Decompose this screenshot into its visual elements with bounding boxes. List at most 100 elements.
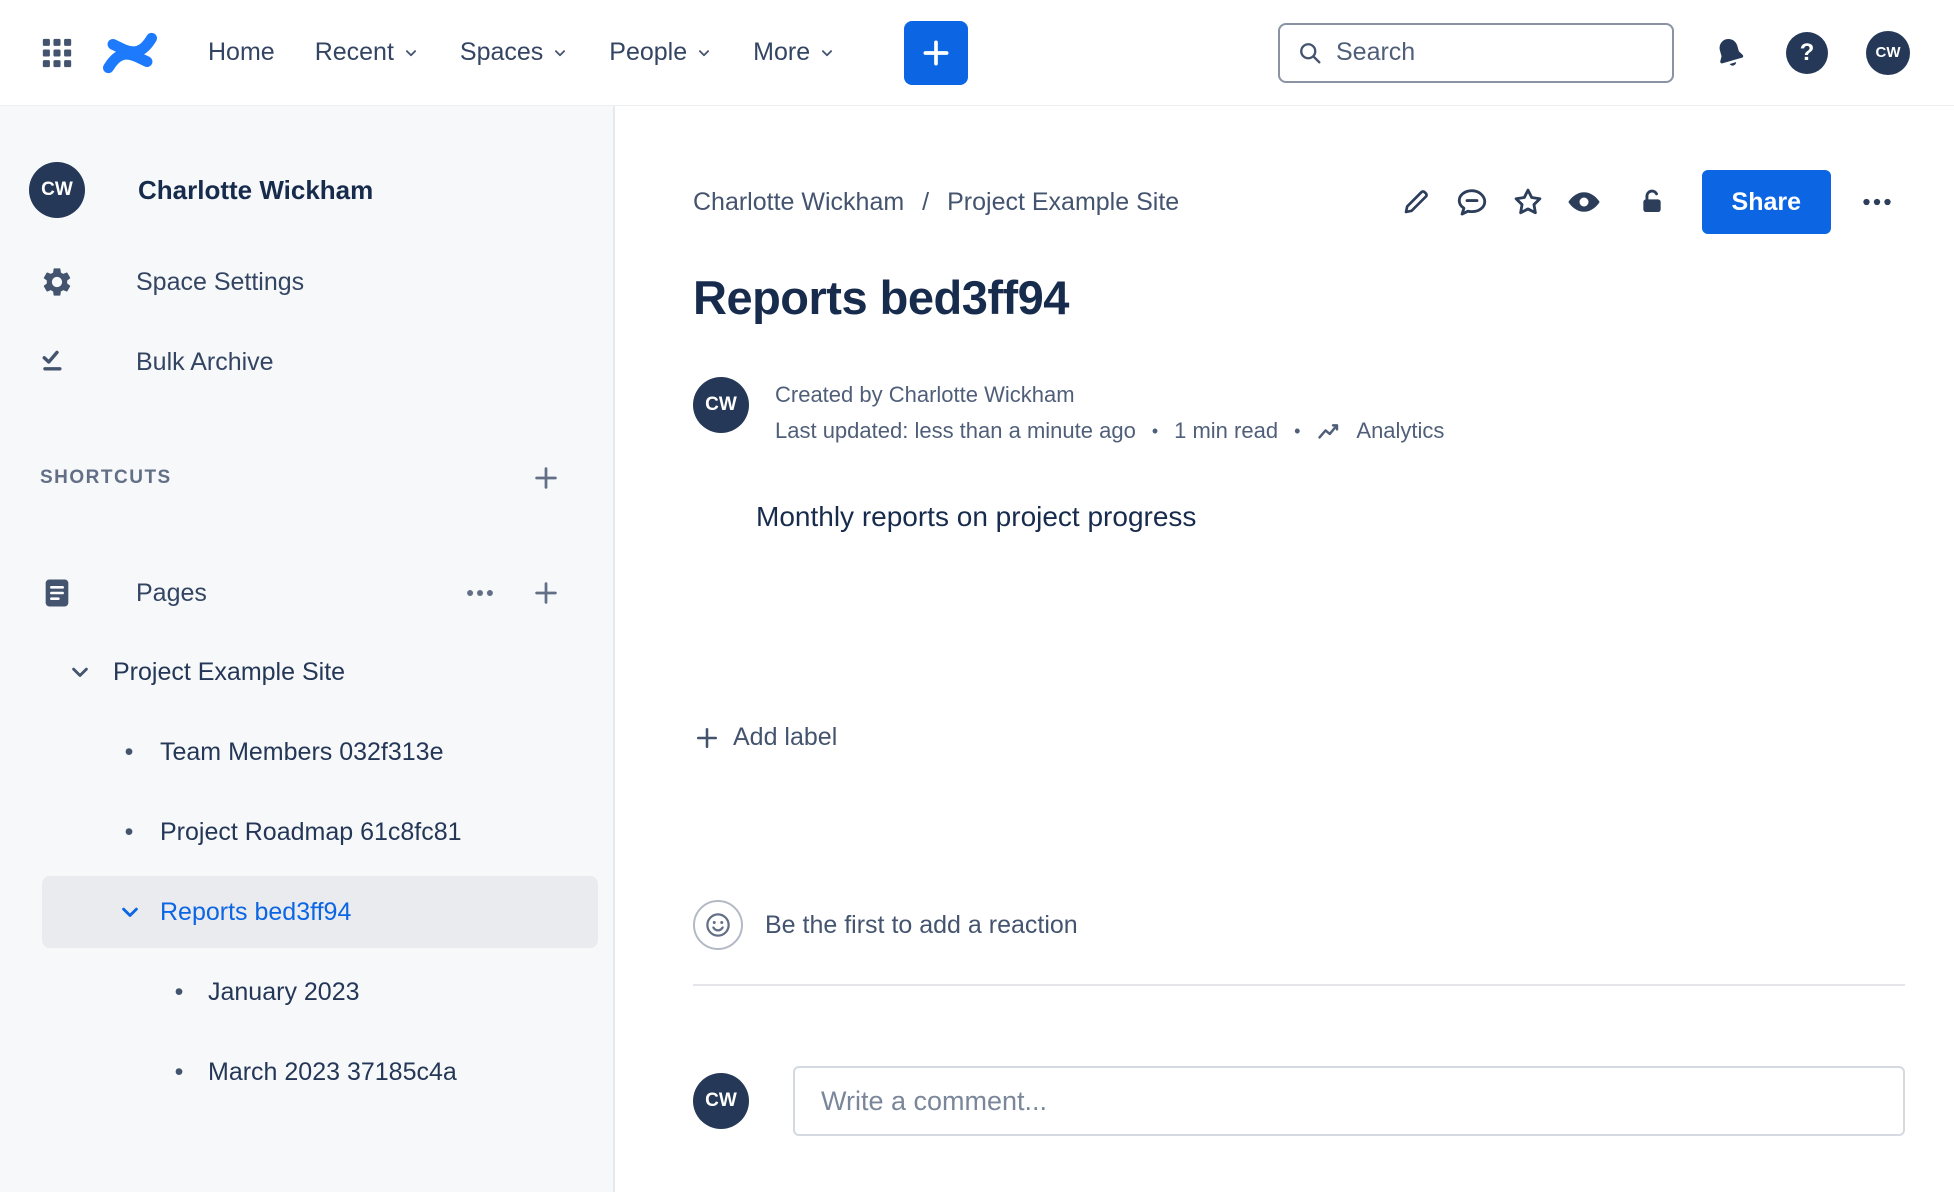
add-label-button[interactable]: Add label [693, 723, 837, 752]
search-box[interactable] [1278, 22, 1674, 83]
last-updated-text[interactable]: Last updated: less than a minute ago [775, 413, 1136, 449]
updated-line: Last updated: less than a minute ago • 1… [775, 413, 1444, 449]
add-label-text: Add label [733, 723, 838, 751]
bullet-icon: • [124, 737, 134, 766]
unlock-icon [1636, 186, 1668, 218]
space-sidebar: CW Charlotte Wickham Space Settings Bulk… [0, 106, 615, 1192]
sidebar-item-space-settings[interactable]: Space Settings [0, 246, 613, 318]
help-button[interactable]: ? [1786, 31, 1828, 74]
nav-item-home-label: Home [208, 38, 275, 66]
tree-item-team-members[interactable]: • Team Members 032f313e [0, 712, 613, 792]
create-button[interactable] [904, 20, 969, 85]
breadcrumb: Charlotte Wickham / Project Example Site [693, 188, 1179, 217]
dot-separator: • [1294, 421, 1301, 441]
tree-item-reports-selected-row: Reports bed3ff94 [0, 872, 613, 952]
nav-item-people[interactable]: People [589, 21, 733, 85]
analytics-link[interactable]: Analytics [1356, 413, 1444, 449]
space-header[interactable]: CW Charlotte Wickham [0, 158, 613, 222]
bullet-icon: • [174, 977, 184, 1006]
tree-item-project-example-site[interactable]: Project Example Site [0, 632, 613, 712]
share-button[interactable]: Share [1701, 170, 1831, 234]
read-time-text: 1 min read [1174, 418, 1279, 443]
search-input[interactable] [1336, 38, 1658, 67]
chevron-down-icon [818, 44, 836, 62]
comment-input[interactable] [793, 1066, 1905, 1136]
tree-item-label: March 2023 37185c4a [208, 1057, 457, 1086]
app-body: CW Charlotte Wickham Space Settings Bulk… [0, 106, 1954, 1192]
author-avatar[interactable]: CW [693, 377, 749, 433]
topnav-left: Home Recent Spaces People More [40, 20, 969, 85]
byline-text: Created by Charlotte Wickham Last update… [775, 377, 1444, 449]
pages-more-button[interactable] [463, 576, 497, 610]
nav-item-recent-label: Recent [314, 38, 394, 66]
shortcuts-section-header: SHORTCUTS [0, 442, 613, 514]
comment-button[interactable] [1444, 172, 1500, 232]
watch-button[interactable] [1556, 172, 1612, 232]
breadcrumb-parent-link[interactable]: Project Example Site [947, 188, 1179, 217]
search-icon [1296, 39, 1324, 67]
bullet-icon: • [174, 1057, 184, 1086]
pages-header-left: Pages [40, 576, 207, 610]
app-grid-icon [40, 36, 74, 70]
byline: CW Created by Charlotte Wickham Last upd… [693, 377, 1905, 449]
topnav-right: ? CW [1278, 22, 1910, 83]
edit-button[interactable] [1388, 172, 1444, 232]
app-switcher-button[interactable] [40, 36, 74, 70]
gear-icon [40, 265, 74, 299]
tree-item-label: January 2023 [208, 977, 360, 1006]
page-header-row: Charlotte Wickham / Project Example Site [693, 164, 1905, 240]
add-reaction-button[interactable] [693, 900, 743, 950]
user-avatar[interactable]: CW [1866, 30, 1910, 75]
page-body-text: Monthly reports on project progress [756, 501, 1197, 532]
space-settings-label: Space Settings [136, 267, 305, 296]
star-icon [1511, 185, 1545, 219]
speech-bubble-icon [1455, 185, 1489, 219]
reaction-prompt: Be the first to add a reaction [765, 910, 1078, 939]
tree-item-march-2023[interactable]: • March 2023 37185c4a [0, 1032, 613, 1112]
plus-icon [531, 463, 561, 493]
pages-label: Pages [136, 578, 207, 607]
pencil-icon [1400, 186, 1432, 218]
tree-item-project-roadmap[interactable]: • Project Roadmap 61c8fc81 [0, 792, 613, 872]
chevron-down-icon [116, 898, 144, 926]
plus-icon [531, 578, 561, 608]
tree-item-january-2023[interactable]: • January 2023 [0, 952, 613, 1032]
chevron-down-icon [695, 44, 713, 62]
nav-item-people-label: People [609, 38, 688, 66]
nav-item-home[interactable]: Home [188, 21, 295, 85]
commenter-avatar: CW [693, 1073, 749, 1129]
nav-item-spaces-label: Spaces [459, 38, 544, 66]
space-name: Charlotte Wickham [138, 174, 374, 205]
bell-icon [1712, 35, 1748, 71]
breadcrumb-space-link[interactable]: Charlotte Wickham [693, 188, 904, 217]
page-actions: Share [1388, 170, 1905, 234]
chevron-down-icon [402, 44, 420, 62]
pages-section-header[interactable]: Pages [0, 554, 613, 632]
page-more-button[interactable] [1849, 172, 1905, 232]
tree-item-label: Reports bed3ff94 [160, 897, 352, 926]
create-page-button[interactable] [531, 578, 561, 608]
chevron-down-icon [551, 44, 569, 62]
notifications-button[interactable] [1712, 35, 1748, 71]
sidebar-item-bulk-archive[interactable]: Bulk Archive [0, 326, 613, 398]
confluence-logo[interactable] [102, 28, 158, 78]
nav-item-recent[interactable]: Recent [295, 21, 440, 85]
created-by-line: Created by Charlotte Wickham [775, 382, 1075, 407]
reaction-row: Be the first to add a reaction [693, 900, 1905, 950]
nav-item-spaces[interactable]: Spaces [440, 21, 589, 85]
star-button[interactable] [1500, 172, 1556, 232]
question-icon: ? [1799, 38, 1815, 66]
tree-item-label: Project Example Site [113, 657, 346, 686]
plus-icon [919, 36, 953, 70]
eye-icon [1566, 184, 1602, 220]
nav-item-more[interactable]: More [733, 21, 856, 85]
checklist-icon [40, 345, 74, 379]
confluence-logo-icon [102, 28, 158, 78]
top-navigation-bar: Home Recent Spaces People More Search ? … [0, 0, 1954, 106]
tree-item-reports[interactable]: Reports bed3ff94 [42, 876, 598, 948]
restrictions-button[interactable] [1624, 172, 1680, 232]
nav-item-more-label: More [753, 38, 811, 66]
add-shortcut-button[interactable] [531, 463, 561, 493]
primary-nav: Home Recent Spaces People More [188, 21, 856, 85]
space-avatar: CW [29, 162, 85, 218]
